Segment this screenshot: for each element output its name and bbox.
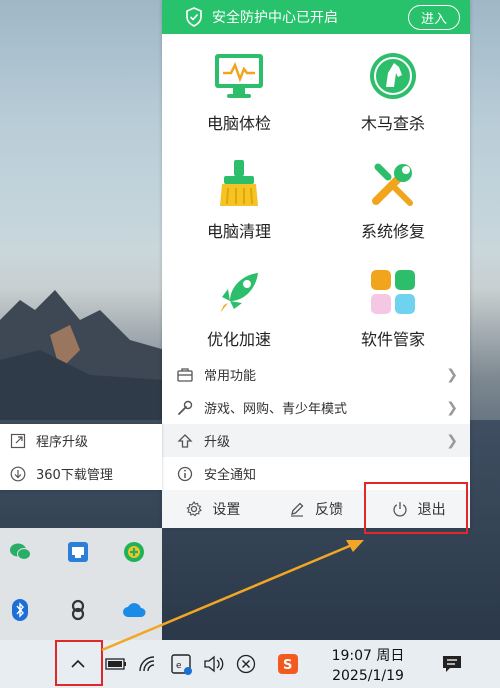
security-panel: 安全防护中心已开启 进入 电脑体检 木马查杀 电脑清理 系统修复 优化加速 软件…	[162, 0, 470, 528]
highlight-box-exit	[364, 482, 468, 534]
360-guard-icon[interactable]	[122, 540, 146, 564]
feedback-label: 反馈	[315, 502, 343, 518]
chevron-right-icon: ❯	[446, 432, 458, 449]
pencil-icon	[291, 502, 304, 517]
tile-label: 优化加速	[206, 330, 271, 349]
notification-center-icon[interactable]	[440, 652, 464, 676]
taskbar-clock[interactable]: 19:07 周日 2025/1/19	[318, 646, 418, 686]
onedrive-cloud-icon[interactable]	[122, 598, 146, 622]
tile-label: 电脑体检	[206, 114, 271, 133]
chevron-right-icon: ❯	[446, 366, 458, 383]
mountain-wallpaper	[0, 290, 165, 430]
info-icon	[176, 465, 194, 483]
network-card-icon[interactable]	[66, 540, 90, 564]
toolbox-icon	[176, 366, 194, 384]
menu-item-game-shopping-youth[interactable]: 游戏、网购、青少年模式 ❯	[162, 391, 470, 424]
tile-optimize[interactable]: 优化加速	[162, 262, 316, 370]
repair-tools-icon	[367, 158, 419, 210]
trojan-horse-icon	[367, 50, 419, 102]
svg-text:e: e	[176, 661, 182, 671]
svg-text:S: S	[283, 658, 292, 673]
tile-cleanup[interactable]: 电脑清理	[162, 154, 316, 262]
link-app-icon[interactable]	[66, 598, 90, 622]
battery-icon[interactable]	[104, 652, 128, 676]
wechat-icon[interactable]	[8, 540, 32, 564]
wrench-icon	[176, 399, 194, 417]
menu-item-label: 游戏、网购、青少年模式	[204, 402, 348, 417]
submenu-label: 360下载管理	[36, 468, 113, 483]
tile-system-repair[interactable]: 系统修复	[316, 154, 470, 262]
tile-label: 软件管家	[360, 330, 425, 349]
protection-status-text: 安全防护中心已开启	[212, 10, 338, 26]
close-circle-icon[interactable]	[234, 652, 258, 676]
tile-software-manager[interactable]: 软件管家	[316, 262, 470, 370]
feature-grid: 电脑体检 木马查杀 电脑清理 系统修复 优化加速 软件管家	[162, 34, 470, 370]
menu-item-label: 常用功能	[204, 369, 257, 384]
submenu-item-program-upgrade[interactable]: 程序升级	[0, 424, 162, 457]
volume-icon[interactable]	[202, 652, 226, 676]
settings-button[interactable]: 设置	[162, 490, 265, 528]
clock-time: 19:07 周日	[331, 648, 405, 664]
submenu-label: 程序升级	[36, 435, 89, 450]
export-icon	[10, 433, 26, 448]
tile-trojan-scan[interactable]: 木马查杀	[316, 46, 470, 154]
360-security-tray-icon[interactable]: e	[170, 652, 194, 676]
broom-icon	[213, 158, 265, 210]
gear-icon	[186, 501, 203, 517]
chevron-right-icon: ❯	[446, 399, 458, 416]
upgrade-submenu: 程序升级 360下载管理	[0, 424, 162, 490]
tile-label: 系统修复	[360, 222, 425, 241]
menu-item-common-functions[interactable]: 常用功能 ❯	[162, 358, 470, 391]
upgrade-arrow-icon	[176, 432, 194, 450]
bluetooth-icon[interactable]	[8, 598, 32, 622]
tile-checkup[interactable]: 电脑体检	[162, 46, 316, 154]
feedback-button[interactable]: 反馈	[265, 490, 368, 528]
settings-label: 设置	[212, 502, 241, 518]
panel-header: 安全防护中心已开启 进入	[162, 0, 470, 34]
enter-button[interactable]: 进入	[407, 4, 460, 30]
tile-label: 电脑清理	[206, 222, 271, 241]
wifi-icon[interactable]	[136, 652, 160, 676]
submenu-item-download-manager[interactable]: 360下载管理	[0, 457, 162, 490]
highlight-box-tray-chevron	[55, 640, 103, 686]
menu-item-label: 安全通知	[204, 468, 257, 483]
clock-date: 2025/1/19	[332, 668, 404, 684]
tile-label: 木马查杀	[360, 114, 425, 133]
panel-menu: 常用功能 ❯ 游戏、网购、青少年模式 ❯ 升级 ❯ 安全通知	[162, 358, 470, 490]
menu-item-label: 升级	[204, 435, 231, 450]
monitor-checkup-icon	[213, 50, 265, 102]
download-icon	[10, 466, 26, 481]
tray-overflow	[0, 528, 162, 640]
rocket-icon	[213, 266, 265, 318]
sogou-input-icon[interactable]: S	[276, 652, 300, 676]
shield-check-icon	[186, 7, 202, 27]
menu-item-upgrade[interactable]: 升级 ❯	[162, 424, 470, 457]
app-grid-icon	[367, 266, 419, 318]
